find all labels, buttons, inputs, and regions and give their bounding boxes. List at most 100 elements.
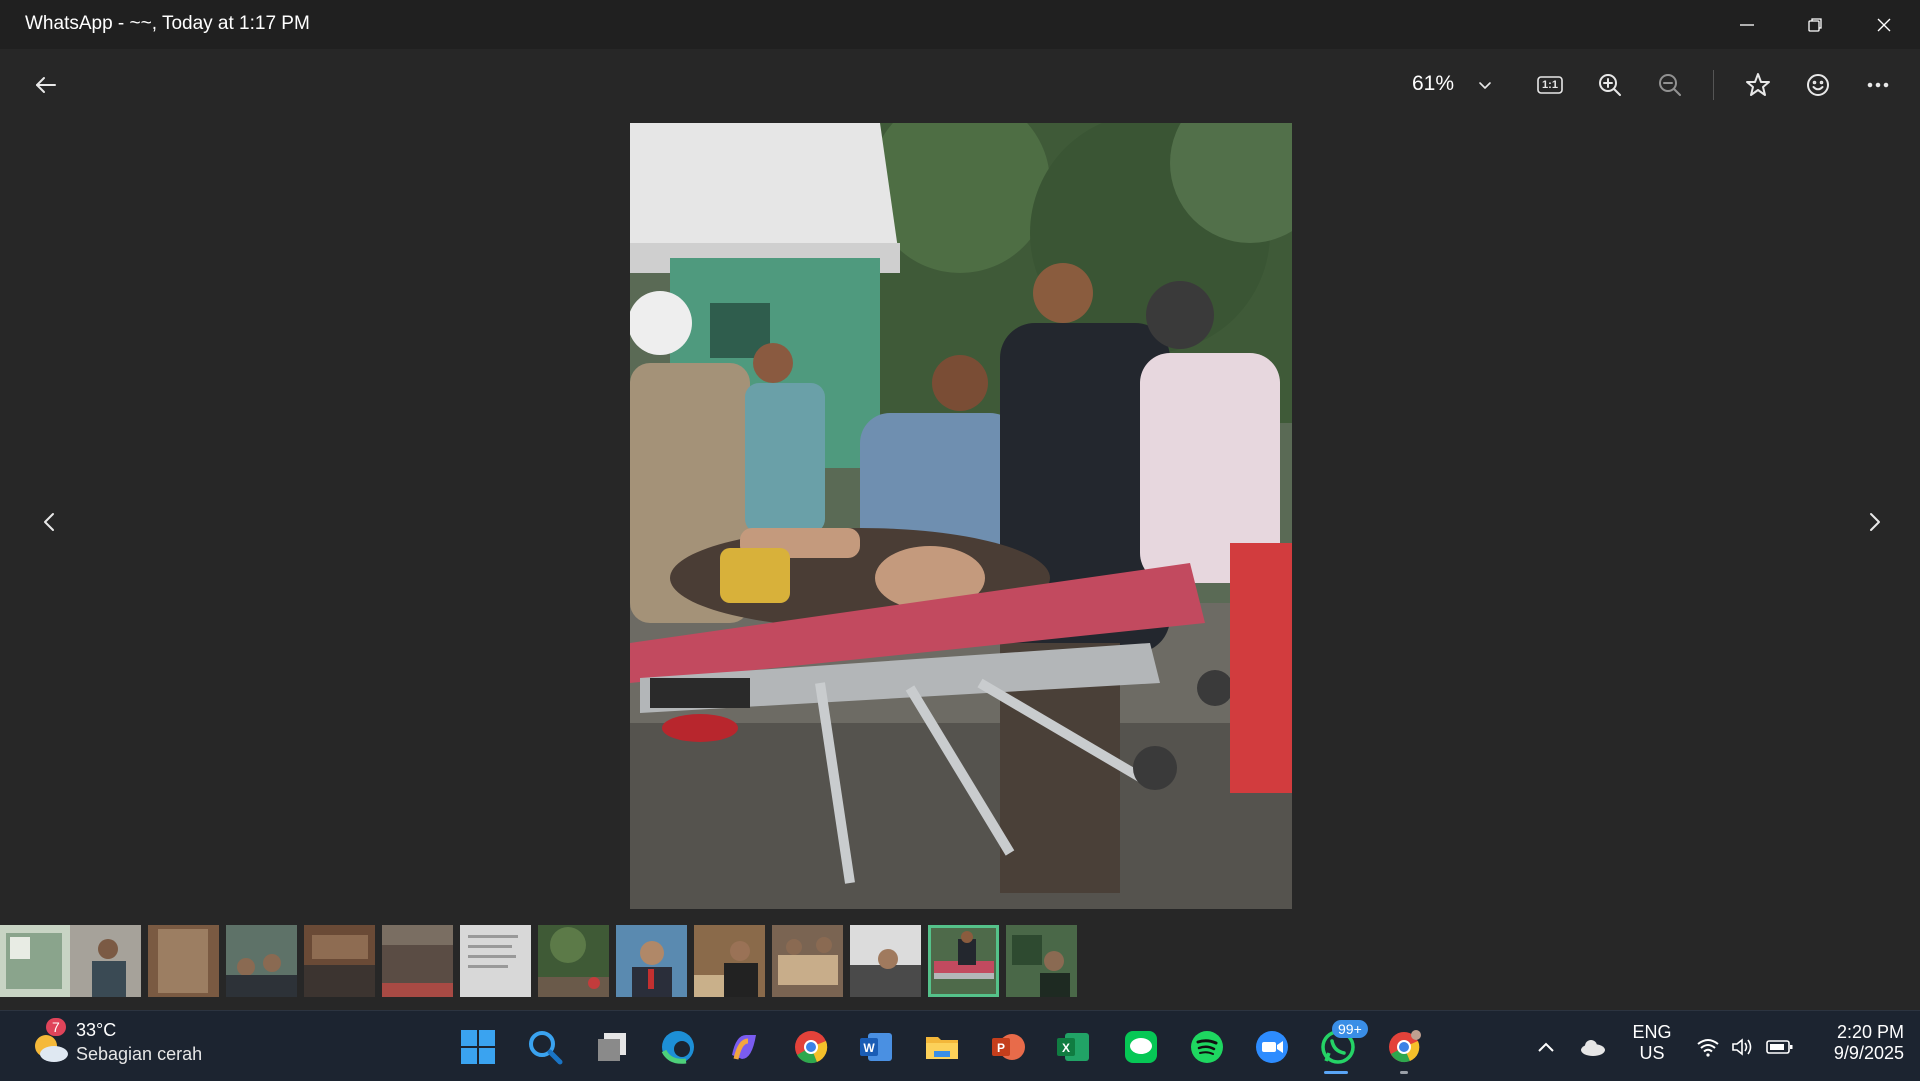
previous-button[interactable] <box>32 505 66 539</box>
line-button[interactable] <box>1121 1027 1161 1067</box>
close-button[interactable] <box>1854 0 1914 49</box>
search-button[interactable] <box>525 1027 565 1067</box>
whatsapp-badge: 99+ <box>1332 1020 1368 1038</box>
thumbnail[interactable] <box>694 925 765 997</box>
chrome-icon <box>795 1031 828 1064</box>
main-photo <box>630 123 1292 909</box>
chrome-button[interactable] <box>791 1027 831 1067</box>
svg-text:W: W <box>863 1041 875 1055</box>
powerpoint-icon: P <box>992 1034 1025 1060</box>
more-icon <box>1867 82 1889 88</box>
minimize-icon <box>1740 23 1754 26</box>
chevron-down-icon <box>1479 82 1491 89</box>
smiley-icon <box>1807 74 1829 96</box>
thumbnail[interactable] <box>382 925 453 997</box>
excel-icon: X <box>1057 1033 1089 1061</box>
line-app-icon <box>1125 1031 1157 1063</box>
chrome-profile-icon <box>1389 1030 1421 1063</box>
restore-icon <box>1808 17 1822 32</box>
zoom-app-button[interactable] <box>1252 1027 1292 1067</box>
chevron-up-icon <box>1538 1042 1554 1052</box>
zoom-out-button[interactable] <box>1652 68 1688 102</box>
title-bar: WhatsApp - ~~, Today at 1:17 PM <box>0 0 1920 49</box>
windows-icon <box>461 1030 495 1064</box>
task-view-icon <box>598 1033 626 1061</box>
weather-description: Sebagian cerah <box>76 1044 203 1064</box>
favorite-button[interactable] <box>1740 68 1776 102</box>
language-line1: ENG <box>1632 1022 1672 1042</box>
edge-icon <box>661 1031 694 1064</box>
cloud-icon <box>1581 1040 1605 1056</box>
thumbnail[interactable] <box>304 925 375 997</box>
clock-time: 2:20 PM <box>1836 1022 1904 1042</box>
thumbnail-strip <box>0 925 1100 997</box>
clock-date: 9/9/2025 <box>1833 1043 1904 1063</box>
excel-button[interactable]: X <box>1053 1027 1093 1067</box>
window-title: WhatsApp - ~~, Today at 1:17 PM <box>25 13 310 34</box>
chevron-right-icon <box>1870 513 1880 531</box>
show-hidden-icons-button[interactable] <box>1528 1027 1564 1067</box>
zoom-level: 61% <box>1412 72 1455 95</box>
spotify-icon <box>1191 1031 1223 1063</box>
thumbnail[interactable] <box>226 925 297 997</box>
thumbnail[interactable] <box>460 925 531 997</box>
actual-size-button[interactable]: 1:1 <box>1532 68 1568 102</box>
thumbnail[interactable] <box>616 925 687 997</box>
more-options-button[interactable] <box>1860 68 1896 102</box>
onedrive-button[interactable] <box>1575 1027 1611 1067</box>
minimize-button[interactable] <box>1717 0 1777 49</box>
start-button[interactable] <box>458 1027 498 1067</box>
photo-image <box>630 123 1292 909</box>
next-button[interactable] <box>1858 505 1892 539</box>
actual-size-label: 1:1 <box>1542 79 1558 91</box>
word-button[interactable]: W <box>856 1027 896 1067</box>
thumbnail[interactable] <box>850 925 921 997</box>
thumbnail-active[interactable] <box>928 925 999 997</box>
battery-button[interactable] <box>1762 1027 1798 1067</box>
react-button[interactable] <box>1800 68 1836 102</box>
running-app-indicator <box>1400 1071 1408 1074</box>
speaker-icon <box>1732 1038 1752 1056</box>
search-icon <box>529 1031 563 1065</box>
weather-badge: 7 <box>46 1018 66 1036</box>
thumbnail[interactable] <box>148 925 219 997</box>
language-line2: US <box>1639 1043 1665 1063</box>
active-app-indicator <box>1324 1071 1348 1074</box>
copilot-icon <box>732 1035 756 1060</box>
star-icon <box>1746 73 1770 96</box>
powerpoint-button[interactable]: P <box>988 1027 1028 1067</box>
zoom-app-icon <box>1256 1031 1288 1063</box>
wifi-icon <box>1697 1039 1719 1057</box>
thumbnail[interactable] <box>772 925 843 997</box>
zoom-in-icon <box>1599 74 1621 96</box>
clock[interactable]: 2:20 PM 9/9/2025 <box>1808 1022 1904 1064</box>
thumbnail[interactable] <box>0 925 71 997</box>
restore-button[interactable] <box>1785 0 1845 49</box>
zoom-dropdown[interactable] <box>1470 72 1500 98</box>
file-explorer-button[interactable] <box>922 1027 962 1067</box>
chevron-left-icon <box>44 513 54 531</box>
language-indicator[interactable]: ENG US <box>1628 1022 1676 1064</box>
folder-icon <box>926 1037 958 1059</box>
thumbnail[interactable] <box>1006 925 1077 997</box>
wifi-button[interactable] <box>1690 1027 1726 1067</box>
thumbnail[interactable] <box>70 925 141 997</box>
close-icon <box>1877 18 1891 31</box>
chrome-profile-button[interactable] <box>1384 1027 1424 1067</box>
word-icon: W <box>860 1033 892 1061</box>
edge-button[interactable] <box>658 1027 698 1067</box>
copilot-button[interactable] <box>724 1027 764 1067</box>
task-view-button[interactable] <box>592 1027 632 1067</box>
back-button[interactable] <box>26 70 66 100</box>
thumbnail[interactable] <box>538 925 609 997</box>
zoom-in-button[interactable] <box>1592 68 1628 102</box>
zoom-out-icon <box>1659 74 1681 96</box>
weather-temperature: 33°C <box>76 1020 117 1040</box>
battery-icon <box>1766 1040 1793 1054</box>
svg-text:P: P <box>997 1041 1005 1055</box>
svg-text:X: X <box>1062 1041 1070 1055</box>
arrow-left-icon <box>36 77 56 93</box>
spotify-button[interactable] <box>1187 1027 1227 1067</box>
toolbar-divider <box>1713 70 1714 100</box>
volume-button[interactable] <box>1724 1027 1760 1067</box>
